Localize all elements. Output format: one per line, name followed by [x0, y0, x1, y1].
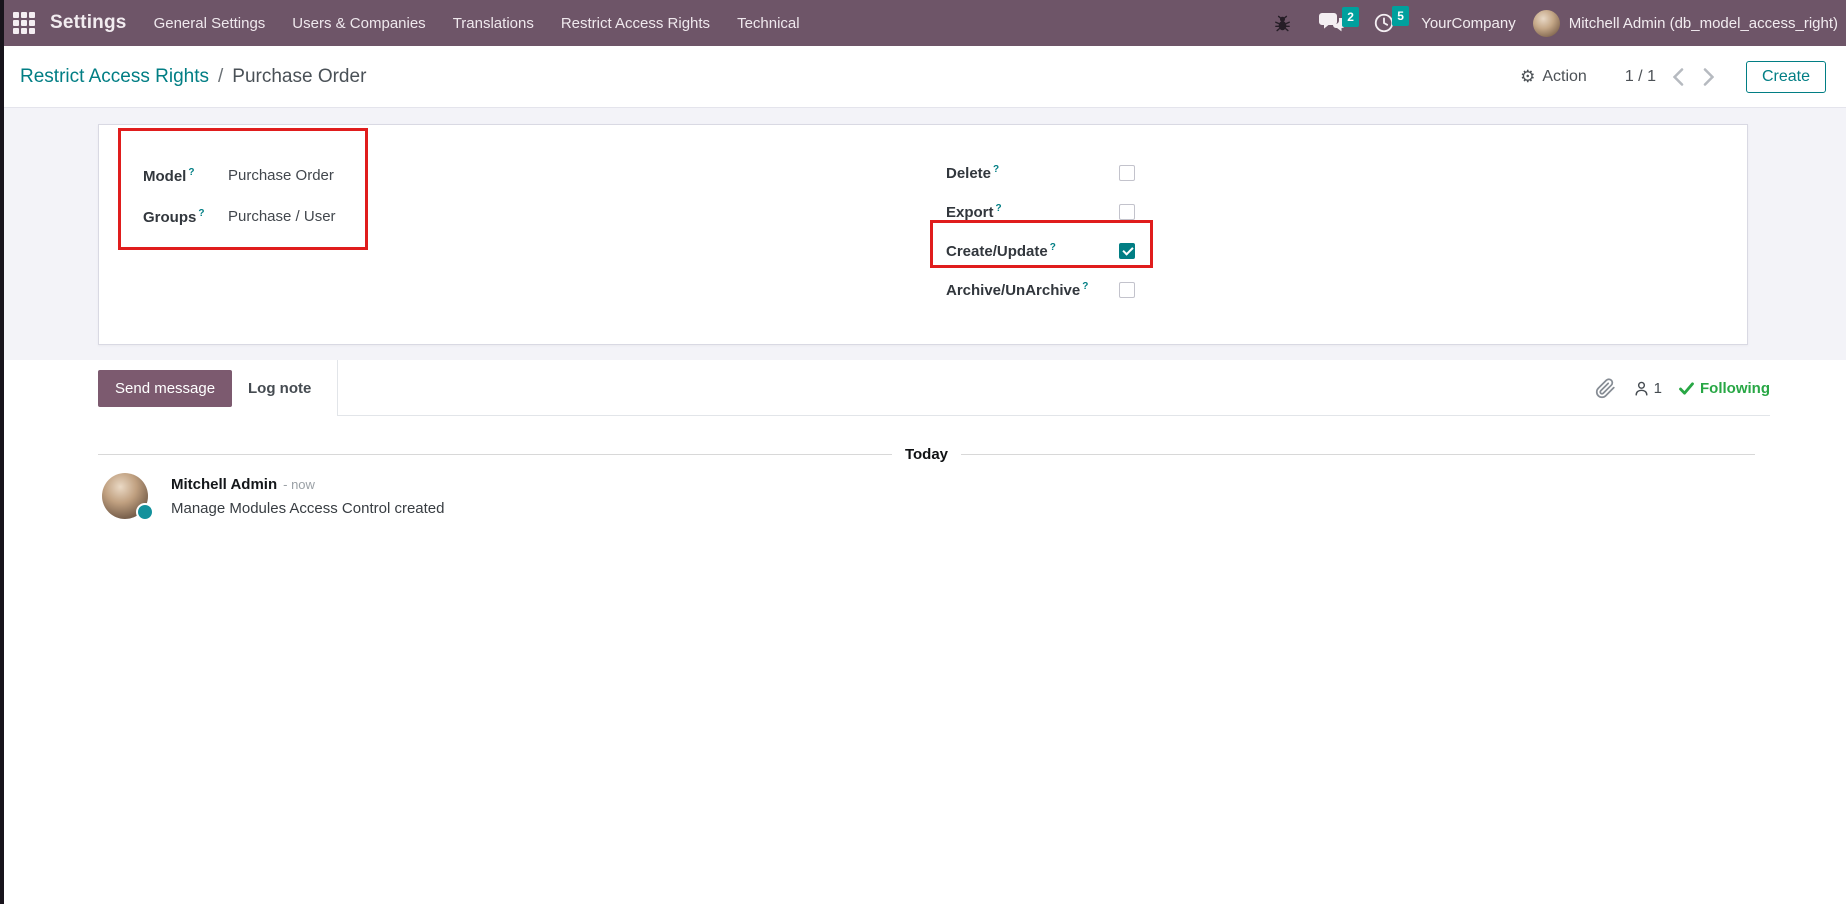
chevron-left-icon [1673, 68, 1685, 86]
archive-unarchive-checkbox[interactable] [1119, 282, 1135, 298]
followers-button[interactable]: 1 [1633, 380, 1662, 397]
help-icon: ? [993, 164, 999, 175]
gear-icon: ⚙ [1520, 68, 1535, 85]
help-icon: ? [1050, 242, 1056, 253]
action-menu-label: Action [1542, 68, 1586, 86]
activities-clock-icon[interactable]: 5 [1373, 12, 1395, 34]
odoo-settings-window: Settings General Settings Users & Compan… [0, 0, 1846, 904]
breadcrumb-current: Purchase Order [232, 66, 366, 88]
online-status-dot [136, 503, 154, 521]
paperclip-icon [1595, 378, 1616, 399]
screenshot-left-edge [0, 0, 4, 904]
send-message-button[interactable]: Send message [98, 370, 232, 407]
divider-line [98, 454, 892, 455]
breadcrumb: Restrict Access Rights / Purchase Order [20, 66, 366, 88]
help-icon: ? [996, 203, 1002, 214]
pager-next-button[interactable] [1702, 68, 1714, 86]
date-divider-label: Today [905, 446, 948, 463]
export-field-label: Export? [946, 203, 1119, 221]
field-row-archive-unarchive: Archive/UnArchive? [946, 270, 1135, 309]
activities-badge: 5 [1392, 6, 1409, 26]
help-icon: ? [188, 167, 194, 178]
attachment-button[interactable] [1595, 378, 1616, 399]
chatter: Send message Log note 1 Following [0, 360, 1846, 904]
follower-count: 1 [1654, 380, 1662, 397]
debug-bug-icon[interactable] [1274, 15, 1291, 32]
topbar-right-tools: 2 5 YourCompany Mitchell Admin (db_model… [1274, 10, 1846, 37]
log-note-button[interactable]: Log note [248, 370, 311, 407]
field-group-right: Delete? Export? Create/Update? [946, 153, 1135, 309]
field-group-left: Model? Purchase Order Groups? Purchase /… [143, 155, 336, 237]
main-menu: General Settings Users & Companies Trans… [154, 15, 800, 32]
create-update-field-label: Create/Update? [946, 242, 1119, 260]
thread-message: Mitchell Admin - now Manage Modules Acce… [102, 473, 444, 519]
chevron-right-icon [1702, 68, 1714, 86]
message-author-avatar [102, 473, 148, 519]
company-switcher[interactable]: YourCompany [1421, 15, 1516, 32]
control-panel-right: ⚙ Action 1 / 1 Create [1520, 61, 1826, 93]
form-view-background: Model? Purchase Order Groups? Purchase /… [0, 108, 1846, 360]
user-menu[interactable]: Mitchell Admin (db_model_access_right) [1569, 15, 1838, 32]
delete-checkbox[interactable] [1119, 165, 1135, 181]
field-row-groups: Groups? Purchase / User [143, 196, 336, 237]
top-navbar: Settings General Settings Users & Compan… [0, 0, 1846, 46]
field-row-model: Model? Purchase Order [143, 155, 336, 196]
app-menu-settings[interactable]: Settings [50, 12, 127, 34]
message-header: Mitchell Admin - now [171, 476, 444, 493]
menu-item-users-companies[interactable]: Users & Companies [292, 15, 425, 32]
action-menu-button[interactable]: ⚙ Action [1520, 68, 1587, 86]
breadcrumb-separator: / [218, 66, 223, 88]
menu-item-translations[interactable]: Translations [453, 15, 534, 32]
form-sheet: Model? Purchase Order Groups? Purchase /… [98, 124, 1748, 345]
menu-item-restrict-access-rights[interactable]: Restrict Access Rights [561, 15, 710, 32]
menu-item-general-settings[interactable]: General Settings [154, 15, 266, 32]
archive-unarchive-field-label: Archive/UnArchive? [946, 281, 1119, 299]
delete-field-label: Delete? [946, 164, 1119, 182]
date-divider: Today [98, 446, 1755, 463]
field-row-export: Export? [946, 192, 1135, 231]
person-icon [1633, 380, 1650, 397]
create-button[interactable]: Create [1746, 61, 1826, 93]
messages-badge: 2 [1342, 7, 1359, 27]
model-field-label: Model? [143, 167, 228, 185]
apps-grid-icon[interactable] [13, 12, 35, 34]
chatter-tabs-divider [337, 360, 338, 415]
field-row-delete: Delete? [946, 153, 1135, 192]
following-button[interactable]: Following [1679, 380, 1770, 397]
help-icon: ? [198, 208, 204, 219]
user-avatar[interactable] [1533, 10, 1560, 37]
groups-field-label: Groups? [143, 208, 228, 226]
chatter-tabs-underline [337, 415, 1770, 416]
divider-line [961, 454, 1755, 455]
breadcrumb-parent-link[interactable]: Restrict Access Rights [20, 66, 209, 88]
create-update-checkbox[interactable] [1119, 243, 1135, 259]
message-body: Mitchell Admin - now Manage Modules Acce… [171, 473, 444, 519]
check-icon [1679, 382, 1694, 395]
model-field-value: Purchase Order [228, 167, 334, 184]
field-row-create-update: Create/Update? [946, 231, 1135, 270]
export-checkbox[interactable] [1119, 204, 1135, 220]
message-text: Manage Modules Access Control created [171, 500, 444, 517]
message-timestamp: - now [283, 477, 315, 492]
following-label: Following [1700, 380, 1770, 397]
chatter-toolbar-right: 1 Following [1595, 370, 1770, 407]
help-icon: ? [1082, 281, 1088, 292]
messages-icon[interactable]: 2 [1319, 13, 1345, 34]
menu-item-technical[interactable]: Technical [737, 15, 800, 32]
groups-field-value: Purchase / User [228, 208, 336, 225]
pager-previous-button[interactable] [1673, 68, 1685, 86]
pager-value[interactable]: 1 / 1 [1625, 68, 1656, 86]
message-author-name: Mitchell Admin [171, 476, 277, 493]
control-panel: Restrict Access Rights / Purchase Order … [0, 46, 1846, 108]
